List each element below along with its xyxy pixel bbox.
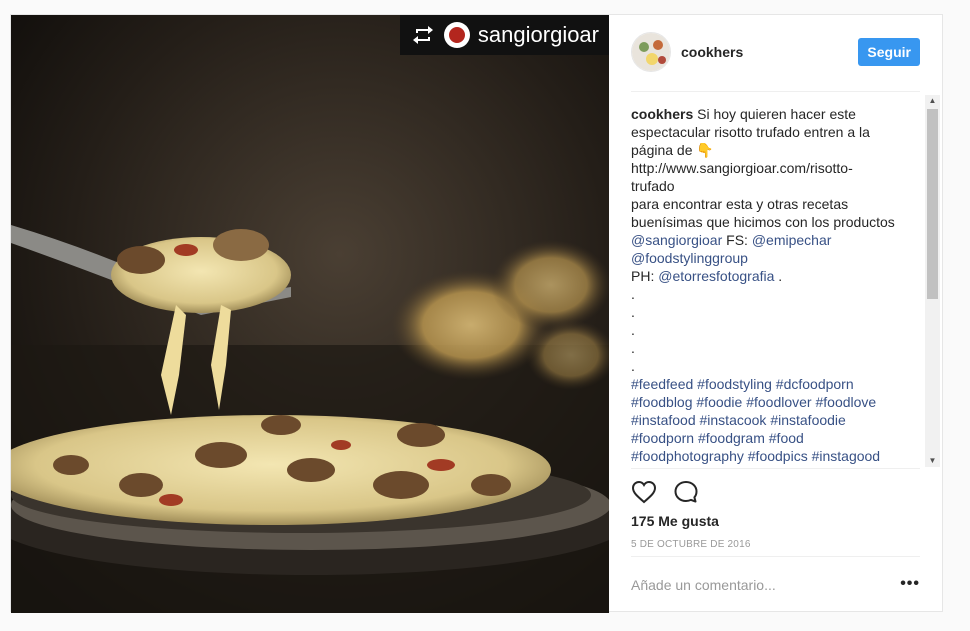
hashtags[interactable]: #feedfeed #foodstyling #dcfoodporn #food… [631, 376, 880, 464]
mention-foodstylinggroup[interactable]: @foodstylinggroup [631, 250, 748, 266]
repost-username: sangiorgioar [477, 22, 599, 47]
post-date: 5 DE OCTUBRE DE 2016 [631, 539, 751, 550]
action-bar [631, 480, 699, 504]
divider [631, 556, 920, 557]
repost-avatar [443, 22, 470, 48]
post-sidebar: cookhers Seguir cookhers Si hoy quieren … [609, 15, 942, 611]
mention-etorresfotografia[interactable]: @etorresfotografia [658, 268, 774, 284]
scrollbar-thumb[interactable] [927, 109, 938, 299]
risotto-photo [11, 15, 609, 613]
follow-button[interactable]: Seguir [858, 38, 920, 66]
pointer-icon: 👇 [696, 142, 714, 158]
username[interactable]: cookhers [681, 44, 858, 60]
caption-ph: PH: [631, 268, 655, 284]
mention-emipechar[interactable]: @emipechar [752, 232, 832, 248]
scroll-down-icon[interactable]: ▼ [925, 455, 940, 467]
post-header: cookhers Seguir [631, 31, 920, 73]
divider [631, 91, 920, 92]
instagram-post: sangiorgioar cookhers Seguir cookhers Si… [10, 14, 943, 613]
mention-sangiorgioar[interactable]: @sangiorgioar [631, 232, 722, 248]
caption-area: cookhers Si hoy quieren hacer este espec… [631, 95, 927, 467]
caption-fs: FS: [722, 232, 752, 248]
divider [631, 468, 920, 469]
caption-text: cookhers Si hoy quieren hacer este espec… [631, 105, 927, 465]
caption-scrollbar[interactable]: ▲ ▼ [925, 95, 940, 467]
heart-icon[interactable] [631, 480, 657, 504]
post-photo[interactable]: sangiorgioar [11, 15, 609, 613]
caption-line2: http://www.sangiorgioar.com/risotto- tru… [631, 160, 895, 230]
more-options-icon[interactable]: ••• [900, 575, 920, 593]
avatar[interactable] [631, 32, 671, 72]
comment-icon[interactable] [673, 480, 699, 504]
repost-badge: sangiorgioar [399, 15, 609, 55]
likes-count[interactable]: 175 Me gusta [631, 513, 719, 529]
scroll-up-icon[interactable]: ▲ [925, 95, 940, 107]
repost-icon [412, 26, 433, 44]
comment-input[interactable]: Añade un comentario... [631, 577, 776, 593]
caption-author[interactable]: cookhers [631, 106, 693, 122]
